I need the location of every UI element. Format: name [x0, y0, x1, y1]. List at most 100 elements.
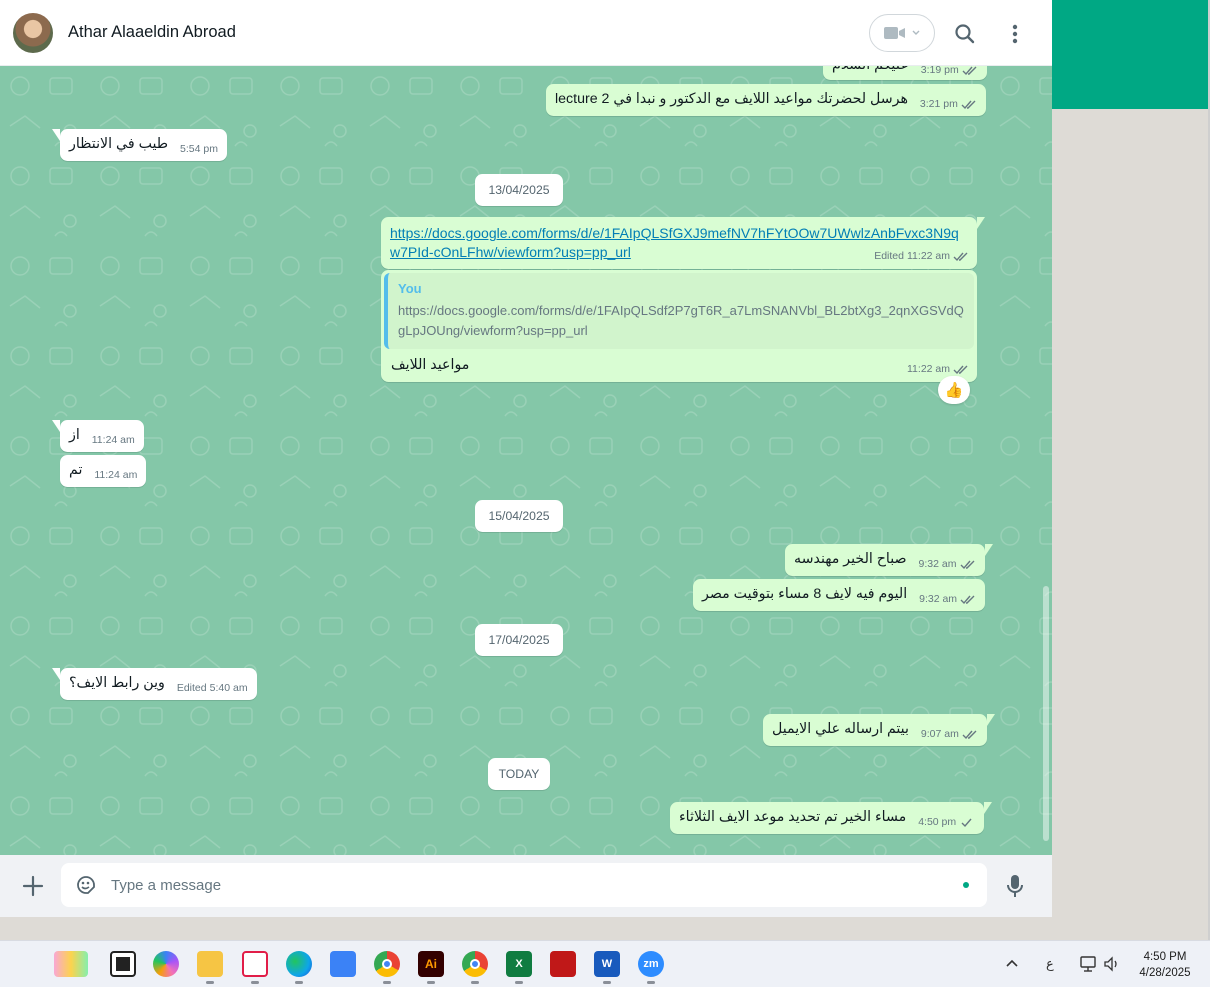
message-input[interactable]	[111, 863, 951, 907]
chevron-up-icon	[1006, 959, 1018, 967]
message-outgoing[interactable]: اليوم فيه لايف 8 مساء بتوقيت مصر 9:32 am	[693, 579, 986, 611]
quoted-message[interactable]: You https://docs.google.com/forms/d/e/1F…	[384, 273, 974, 349]
message-meta: 4:50 pm	[918, 813, 975, 832]
message-text: بيتم ارساله علي الايميل	[772, 721, 909, 737]
search-button[interactable]	[951, 20, 979, 48]
message-outgoing[interactable]: مساء الخير تم تحديد موعد الايف الثلاثاء …	[670, 802, 993, 834]
emoji-button[interactable]	[75, 874, 97, 896]
chat-scrollbar[interactable]	[1042, 66, 1052, 855]
task-view-icon[interactable]	[110, 951, 136, 977]
single-check-icon	[961, 818, 972, 828]
message-outgoing[interactable]: صباح الخير مهندسه 9:32 am	[785, 544, 993, 576]
message-outgoing[interactable]: https://docs.google.com/forms/d/e/1FAIpQ…	[381, 217, 985, 269]
voice-message-button[interactable]	[1005, 873, 1025, 899]
illustrator-icon[interactable]: Ai	[418, 951, 444, 977]
background-panel	[1052, 109, 1210, 917]
word-icon[interactable]: W	[594, 951, 620, 977]
notepad-icon[interactable]	[330, 951, 356, 977]
date-divider-label: 15/04/2025	[488, 509, 550, 523]
thumbs-up-icon: 👍	[944, 382, 964, 399]
date-divider-label: 13/04/2025	[488, 183, 550, 197]
date-divider-label: 17/04/2025	[488, 633, 550, 647]
date-divider: 15/04/2025	[475, 500, 563, 532]
mcafee-icon[interactable]	[550, 951, 576, 977]
message-outgoing[interactable]: بيتم ارساله علي الايميل 9:07 am	[763, 714, 995, 746]
background-accent-bar	[1052, 0, 1210, 109]
edited-label: Edited	[874, 250, 904, 262]
double-check-icon	[962, 730, 977, 740]
message-text: صباح الخير مهندسه	[794, 551, 907, 567]
message-incoming[interactable]: تم 11:24 am	[60, 455, 147, 487]
message-meta: 9:07 am	[921, 725, 978, 744]
copilot-icon[interactable]	[153, 951, 179, 977]
message-time: 11:22 am	[907, 363, 950, 375]
message-outgoing[interactable]: هرسل لحضرتك مواعيد اللايف مع الدكتور و ن…	[546, 84, 986, 116]
message-outgoing[interactable]: You https://docs.google.com/forms/d/e/1F…	[381, 270, 977, 382]
video-call-button[interactable]	[869, 14, 935, 52]
date-divider-label: TODAY	[498, 767, 540, 781]
bubble-tail	[984, 544, 993, 556]
bubble-tail	[52, 129, 60, 141]
contact-name[interactable]: Athar Alaaeldin Abroad	[68, 23, 236, 42]
clock-time: 4:50 PM	[1143, 951, 1187, 963]
message-incoming[interactable]: از 11:24 am	[52, 420, 144, 452]
network-icon[interactable]	[1079, 955, 1099, 973]
chrome-icon[interactable]	[374, 951, 400, 977]
contact-avatar[interactable]	[13, 13, 53, 53]
input-language-indicator[interactable]: ع	[1046, 956, 1054, 972]
zoom-icon[interactable]: zm	[638, 951, 664, 977]
chevron-down-icon	[912, 30, 920, 35]
double-check-icon	[960, 560, 974, 570]
active-app-indicator	[647, 981, 655, 984]
attach-button[interactable]	[20, 873, 46, 899]
message-input-box[interactable]	[61, 863, 987, 907]
chrome-profile-icon[interactable]	[462, 951, 488, 977]
message-time: 11:24 am	[94, 469, 138, 481]
kebab-menu-icon	[1012, 24, 1018, 44]
volume-icon[interactable]	[1103, 955, 1121, 973]
system-clock[interactable]: 4:50 PM 4/28/2025	[1132, 949, 1198, 981]
message-time: 3:19 pm	[920, 66, 959, 76]
clock-date: 4/28/2025	[1139, 967, 1191, 979]
bubble-tail	[52, 668, 60, 680]
message-list[interactable]: عليكم السلام 3:19 pm هرسل لحضرتك مواعيد …	[0, 66, 1052, 855]
message-incoming[interactable]: طيب في الانتظار 5:54 pm	[52, 129, 227, 161]
plus-icon	[22, 875, 44, 897]
message-incoming[interactable]: وين رابط الايف؟ Edited 5:40 am	[52, 668, 257, 700]
excel-label: X	[515, 958, 523, 970]
snipping-tool-icon[interactable]	[242, 951, 268, 977]
excel-icon[interactable]: X	[506, 951, 532, 977]
reaction-badge[interactable]: 👍	[938, 376, 970, 404]
quoted-author: You	[398, 281, 422, 296]
date-divider: TODAY	[488, 758, 550, 790]
chat-header[interactable]: Athar Alaaeldin Abroad	[0, 0, 1052, 66]
illustrator-label: Ai	[425, 957, 437, 971]
double-check-icon	[960, 595, 975, 605]
windows-taskbar: Ai X W zm ع 4:50 PM 4/28/2025	[0, 940, 1210, 987]
file-explorer-icon[interactable]	[197, 951, 223, 977]
active-app-indicator	[471, 981, 479, 984]
quoted-text: https://docs.google.com/forms/d/e/1FAIpQ…	[398, 303, 964, 338]
message-meta: 3:19 pm	[921, 66, 978, 80]
message-meta: 9:32 am	[919, 555, 976, 574]
message-meta: Edited 5:40 am	[177, 679, 248, 698]
message-composer	[0, 855, 1052, 917]
widgets-icon[interactable]	[54, 951, 88, 977]
show-hidden-icons-button[interactable]	[1005, 955, 1019, 971]
video-camera-icon	[884, 27, 905, 39]
whatsapp-window: Athar Alaaeldin Abroad 3:19 pm هرسل لحضر…	[0, 0, 1052, 917]
menu-button[interactable]	[1003, 20, 1027, 48]
active-app-indicator	[206, 981, 214, 984]
edge-icon[interactable]	[286, 951, 312, 977]
active-app-indicator	[603, 981, 611, 984]
date-divider: 13/04/2025	[475, 174, 563, 206]
search-icon	[955, 24, 975, 44]
message-text: عليكم السلام	[832, 66, 909, 75]
message-time: 9:32 am	[918, 558, 957, 570]
double-check-icon	[961, 100, 976, 110]
message-text: مساء الخير تم تحديد موعد الايف الثلاثاء	[679, 809, 907, 825]
scrollbar-thumb[interactable]	[1043, 586, 1049, 841]
active-app-indicator	[515, 981, 523, 984]
message-outgoing[interactable]: عليكم السلام 3:19 pm	[823, 66, 987, 80]
bubble-tail	[984, 802, 993, 814]
